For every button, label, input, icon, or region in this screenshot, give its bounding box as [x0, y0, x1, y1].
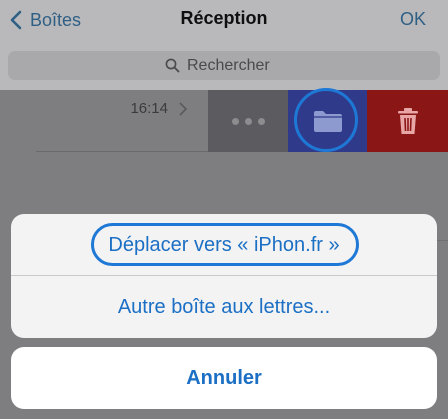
chevron-right-icon: [179, 102, 188, 116]
row-separator: [36, 151, 208, 152]
swipe-move-button[interactable]: [288, 88, 367, 152]
search-field[interactable]: [8, 51, 440, 80]
swipe-more-button[interactable]: [208, 90, 288, 152]
cancel-label: Annuler: [186, 366, 262, 389]
mail-time: 16:14: [130, 100, 168, 117]
search-input[interactable]: [187, 56, 283, 75]
page-title: Réception: [180, 8, 268, 28]
search-icon: [165, 58, 180, 73]
ok-button[interactable]: OK: [400, 9, 426, 30]
other-mailbox-label: Autre boîte aux lettres...: [117, 295, 331, 318]
navigation-bar: Boîtes Réception OK: [0, 0, 448, 42]
swipe-trash-button[interactable]: [367, 90, 448, 152]
cancel-button[interactable]: Annuler: [11, 347, 437, 409]
search-bar: [0, 42, 448, 90]
trash-icon: [397, 108, 418, 134]
action-sheet: Déplacer vers « iPhon.fr » Autre boîte a…: [11, 214, 437, 338]
highlight-circle: [294, 88, 358, 152]
highlight-outline: [91, 223, 359, 266]
mail-row[interactable]: 16:14: [0, 90, 208, 152]
other-mailbox-button[interactable]: Autre boîte aux lettres...: [11, 276, 437, 338]
ellipsis-icon: [229, 117, 268, 125]
